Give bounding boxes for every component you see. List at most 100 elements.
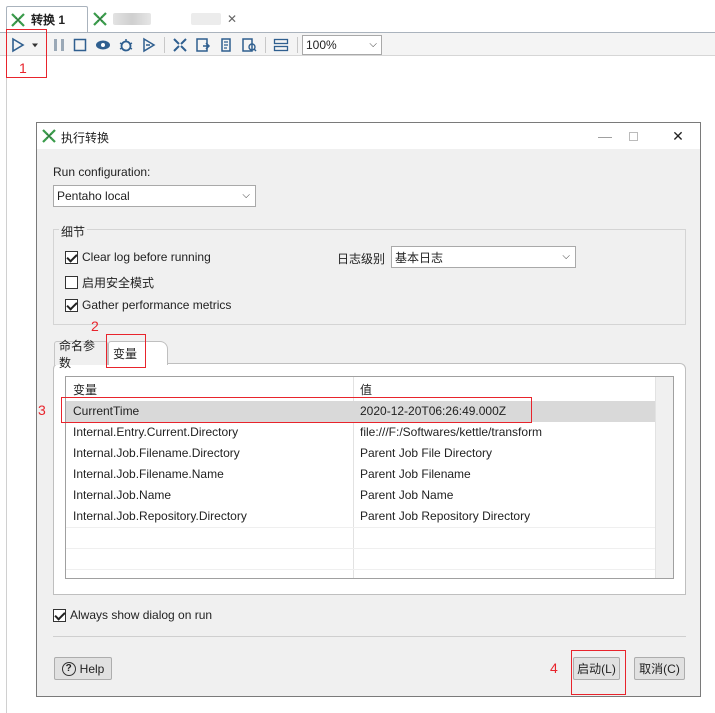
zoom-value: 100% bbox=[306, 38, 337, 52]
blurred-tab-label-2 bbox=[191, 13, 221, 25]
transformation-toolbar: 100% ⌵ bbox=[0, 32, 715, 56]
cell-value: file:///F:/Softwares/kettle/transform bbox=[360, 425, 543, 439]
table-row[interactable]: Internal.Job.Repository.Directory Parent… bbox=[66, 506, 655, 527]
debug-icon bbox=[119, 39, 133, 52]
pause-icon bbox=[54, 39, 64, 51]
toolbar-separator bbox=[164, 37, 165, 53]
cell-variable: Internal.Job.Name bbox=[73, 488, 172, 502]
cell-value: Parent Job Filename bbox=[360, 467, 471, 481]
close-button[interactable]: ✕ bbox=[667, 125, 689, 147]
results-icon bbox=[273, 38, 289, 52]
dialog-separator bbox=[53, 636, 686, 637]
explore-db-button[interactable] bbox=[240, 36, 258, 54]
cell-variable: Internal.Job.Filename.Directory bbox=[73, 446, 240, 460]
table-row[interactable]: Internal.Job.Filename.Name Parent Job Fi… bbox=[66, 464, 655, 485]
checkbox-checked-icon bbox=[65, 250, 78, 264]
safe-mode-label: 启用安全模式 bbox=[82, 276, 155, 290]
explore-db-icon bbox=[242, 38, 257, 52]
transformation-icon bbox=[11, 12, 25, 27]
pause-button[interactable] bbox=[50, 36, 68, 54]
safe-mode-checkbox[interactable]: 启用安全模式 bbox=[65, 274, 154, 291]
sql-button[interactable] bbox=[217, 36, 235, 54]
zoom-select[interactable]: 100% ⌵ bbox=[302, 35, 382, 55]
replay-button[interactable] bbox=[140, 36, 158, 54]
row-divider bbox=[66, 569, 655, 570]
close-icon: ✕ bbox=[672, 127, 684, 144]
run-config-select[interactable]: Pentaho local ⌵ bbox=[53, 185, 256, 207]
checkbox-checked-icon bbox=[65, 298, 78, 312]
column-header-value[interactable]: 值 bbox=[360, 381, 372, 398]
help-icon: ? bbox=[61, 661, 76, 676]
log-level-select[interactable]: 基本日志 ⌵ bbox=[391, 246, 576, 268]
always-show-checkbox[interactable]: Always show dialog on run bbox=[53, 608, 212, 622]
replay-icon bbox=[143, 37, 156, 53]
run-config-value: Pentaho local bbox=[57, 189, 130, 203]
maximize-button[interactable] bbox=[622, 125, 644, 147]
table-row[interactable]: Internal.Job.Filename.Directory Parent J… bbox=[66, 443, 655, 464]
preview-button[interactable] bbox=[94, 36, 112, 54]
column-header-variable[interactable]: 变量 bbox=[73, 381, 97, 398]
tab-named-parameters-label: 命名参数 bbox=[59, 338, 96, 370]
gather-metrics-label: Gather performance metrics bbox=[82, 298, 232, 312]
close-tab-icon[interactable]: ✕ bbox=[227, 12, 237, 26]
cell-variable: Internal.Job.Repository.Directory bbox=[73, 509, 247, 523]
impact-icon bbox=[196, 38, 211, 52]
tab-blurred-transformation[interactable]: ✕ bbox=[90, 6, 260, 32]
cell-value: Parent Job Repository Directory bbox=[360, 509, 531, 523]
cancel-label: 取消(C) bbox=[639, 662, 680, 676]
checkbox-checked-icon bbox=[53, 608, 66, 622]
dialog-titlebar: 执行转换 — ✕ bbox=[37, 123, 700, 149]
details-group-title: 细节 bbox=[59, 223, 88, 240]
toolbar-separator bbox=[265, 37, 266, 53]
stop-icon bbox=[73, 38, 87, 52]
annotation-box-4 bbox=[571, 650, 626, 695]
impact-button[interactable] bbox=[194, 36, 212, 54]
minimize-icon: — bbox=[598, 128, 612, 144]
clear-log-checkbox[interactable]: Clear log before running bbox=[65, 250, 211, 264]
tab-named-parameters[interactable]: 命名参数 bbox=[54, 339, 108, 370]
gather-metrics-checkbox[interactable]: Gather performance metrics bbox=[65, 298, 231, 312]
chevron-down-icon: ⌵ bbox=[369, 39, 377, 50]
log-level-value: 基本日志 bbox=[395, 250, 444, 265]
cancel-button[interactable]: 取消(C) bbox=[634, 657, 685, 680]
table-header: 变量 值 bbox=[66, 377, 673, 398]
annotation-number-3: 3 bbox=[38, 402, 46, 418]
canvas-left-border bbox=[6, 57, 7, 713]
results-button[interactable] bbox=[272, 36, 290, 54]
dialog-title: 执行转换 bbox=[61, 131, 110, 145]
cell-variable: Internal.Entry.Current.Directory bbox=[73, 425, 239, 439]
toolbar-separator bbox=[297, 37, 298, 53]
table-row[interactable]: Internal.Entry.Current.Directory file://… bbox=[66, 422, 655, 443]
chevron-down-icon: ⌵ bbox=[562, 251, 570, 262]
cell-value: Parent Job File Directory bbox=[360, 446, 493, 460]
table-row[interactable]: Internal.Job.Name Parent Job Name bbox=[66, 485, 655, 506]
log-level-label: 日志级别 bbox=[337, 252, 386, 266]
verify-button[interactable] bbox=[171, 36, 189, 54]
annotation-number-2: 2 bbox=[91, 318, 99, 334]
run-config-label: Run configuration: bbox=[53, 165, 151, 179]
row-divider bbox=[66, 527, 655, 528]
help-button[interactable]: ? Help bbox=[54, 657, 112, 680]
maximize-icon bbox=[628, 131, 638, 141]
annotation-number-4: 4 bbox=[550, 660, 558, 676]
cell-variable: Internal.Job.Filename.Name bbox=[73, 467, 224, 481]
annotation-box-2 bbox=[106, 334, 146, 368]
annotation-number-1: 1 bbox=[19, 60, 27, 76]
blurred-tab-label bbox=[113, 13, 151, 25]
debug-button[interactable] bbox=[117, 36, 135, 54]
transformation-icon bbox=[42, 129, 56, 143]
cell-value: Parent Job Name bbox=[360, 488, 454, 502]
preview-icon bbox=[96, 40, 110, 50]
annotation-box-3 bbox=[61, 397, 532, 423]
transformation-icon bbox=[93, 12, 107, 26]
editor-tab-strip: 转换 1 ✕ bbox=[0, 0, 715, 32]
help-label: Help bbox=[79, 661, 105, 676]
sql-icon bbox=[221, 38, 231, 52]
minimize-button[interactable]: — bbox=[594, 125, 616, 147]
checkbox-unchecked-icon bbox=[65, 276, 78, 289]
tab-label: 转换 1 bbox=[31, 13, 66, 27]
row-divider bbox=[66, 548, 655, 549]
vertical-scrollbar[interactable] bbox=[655, 377, 673, 578]
verify-icon bbox=[173, 38, 187, 52]
stop-button[interactable] bbox=[71, 36, 89, 54]
